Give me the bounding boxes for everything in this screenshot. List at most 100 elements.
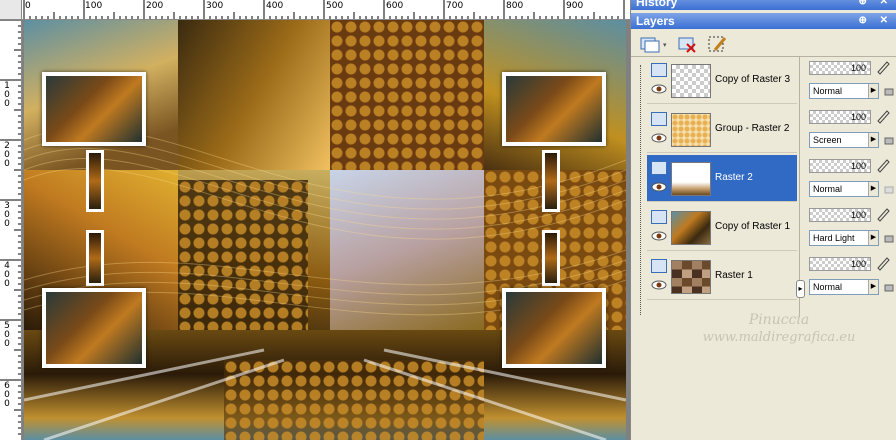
edit-pen-icon[interactable] [875, 108, 891, 124]
ruler-label: 200 [4, 141, 10, 169]
layer-properties-row: 100 Screen ▶ [807, 106, 896, 153]
ruler-corner [0, 0, 22, 20]
edit-pen-icon[interactable] [875, 157, 891, 173]
frame-image [46, 76, 142, 142]
blend-mode-value: Normal [813, 86, 843, 96]
layer-properties-row: 100 Normal ▶ [807, 57, 896, 104]
image-canvas[interactable] [24, 20, 626, 440]
opacity-slider[interactable]: 100 [809, 159, 871, 173]
history-title: History [636, 0, 678, 9]
opacity-slider[interactable]: 100 [809, 208, 871, 222]
ruler-label: 400 [4, 261, 10, 289]
lock-icon[interactable] [883, 280, 895, 292]
blend-mode-value: Normal [813, 282, 843, 292]
photo-frame [42, 288, 146, 368]
layer-thumbnail [671, 211, 711, 245]
ruler-label: 700 [446, 1, 464, 11]
ruler-label: 400 [266, 1, 284, 11]
chevron-right-icon[interactable]: ▶ [868, 280, 878, 294]
lock-icon[interactable] [883, 84, 895, 96]
chevron-right-icon[interactable]: ▶ [868, 84, 878, 98]
right-panels: History ⊕ ✕ Layers ⊕ ✕ ▾ Copy of Raster … [630, 0, 896, 440]
layers-list: Copy of Raster 3 Group - Raster 2 Raster… [631, 57, 896, 440]
ruler-label: 600 [4, 381, 10, 409]
canvas-area[interactable] [22, 20, 630, 440]
dropdown-arrow-icon[interactable]: ▾ [663, 41, 667, 49]
layer-name: Group - Raster 2 [715, 123, 790, 134]
layer-row-raster-2[interactable]: Raster 2 [647, 155, 797, 202]
layer-thumbnail [671, 260, 711, 294]
layer-name: Raster 2 [715, 172, 753, 183]
layer-thumbnail [671, 64, 711, 98]
eye-icon[interactable] [651, 133, 667, 143]
layers-toolbar: ▾ [631, 31, 896, 57]
chevron-right-icon[interactable]: ▶ [868, 182, 878, 196]
layer-thumbnail [671, 162, 711, 196]
psp-window: 0 100 200 300 400 500 600 700 800 900 10… [0, 0, 896, 440]
chevron-right-icon[interactable]: ▶ [868, 133, 878, 147]
eye-icon[interactable] [651, 84, 667, 94]
layer-row-copy-of-raster-3[interactable]: Copy of Raster 3 [647, 57, 797, 104]
history-header-buttons[interactable]: ⊕ ✕ [858, 0, 893, 10]
ruler-horizontal: 0 100 200 300 400 500 600 700 800 900 [0, 0, 630, 20]
eye-icon[interactable] [651, 231, 667, 241]
frame-image [545, 233, 557, 283]
frame-image [506, 76, 602, 142]
edit-pen-icon[interactable] [875, 255, 891, 271]
layer-type-icon [651, 161, 667, 175]
blend-mode-select[interactable]: Normal ▶ [809, 83, 879, 99]
layer-thumbnail [671, 113, 711, 147]
layers-title: Layers [636, 14, 675, 28]
layer-type-icon [651, 63, 667, 77]
blend-mode-value: Hard Light [813, 233, 855, 243]
eye-icon[interactable] [651, 280, 667, 290]
frame-connector [86, 150, 104, 212]
frame-connector [542, 150, 560, 212]
ruler-label: 100 [4, 81, 10, 109]
layer-properties-row: 100 Hard Light ▶ [807, 204, 896, 251]
frame-image [46, 292, 142, 364]
ruler-label: 500 [4, 321, 10, 349]
opacity-slider[interactable]: 100 [809, 257, 871, 271]
layer-row-group-raster-2[interactable]: Group - Raster 2 [647, 106, 797, 153]
watermark-author: Pinuccia [748, 312, 810, 328]
edit-selection-icon[interactable] [707, 34, 729, 54]
blend-mode-select[interactable]: Hard Light ▶ [809, 230, 879, 246]
opacity-slider[interactable]: 100 [809, 61, 871, 75]
blend-mode-select[interactable]: Normal ▶ [809, 279, 879, 295]
lock-icon[interactable] [883, 182, 895, 194]
layers-panel-header[interactable]: Layers ⊕ ✕ [631, 13, 896, 29]
layer-name: Raster 1 [715, 270, 753, 281]
layer-name: Copy of Raster 1 [715, 221, 791, 232]
panel-splitter[interactable] [799, 57, 805, 317]
ruler-label: 800 [506, 1, 524, 11]
delete-layer-icon[interactable] [677, 34, 699, 54]
tree-line [640, 65, 641, 315]
chevron-right-icon[interactable]: ▶ [868, 231, 878, 245]
opacity-slider[interactable]: 100 [809, 110, 871, 124]
edit-pen-icon[interactable] [875, 59, 891, 75]
photo-frame [42, 72, 146, 146]
frame-connector [86, 230, 104, 286]
blend-mode-select[interactable]: Screen ▶ [809, 132, 879, 148]
frame-connector [542, 230, 560, 286]
layer-row-raster-1[interactable]: Raster 1 [647, 253, 797, 300]
blend-mode-value: Normal [813, 184, 843, 194]
layer-row-copy-of-raster-1[interactable]: Copy of Raster 1 [647, 204, 797, 251]
ruler-label: 0 [25, 1, 31, 11]
frame-image [506, 292, 602, 364]
layer-type-icon [651, 259, 667, 273]
new-layer-icon[interactable] [639, 34, 661, 54]
ruler-label: 600 [386, 1, 404, 11]
lock-icon[interactable] [883, 133, 895, 145]
eye-icon[interactable] [651, 182, 667, 192]
ruler-label: 200 [146, 1, 164, 11]
ruler-vertical: 100 200 300 400 500 600 [0, 20, 22, 440]
expand-arrow-icon[interactable]: ▸ [796, 280, 805, 298]
edit-pen-icon[interactable] [875, 206, 891, 222]
lock-icon[interactable] [883, 231, 895, 243]
ruler-label: 100 [85, 1, 103, 11]
layers-header-buttons[interactable]: ⊕ ✕ [858, 13, 893, 29]
history-panel-header[interactable]: History ⊕ ✕ [631, 0, 896, 10]
blend-mode-select[interactable]: Normal ▶ [809, 181, 879, 197]
